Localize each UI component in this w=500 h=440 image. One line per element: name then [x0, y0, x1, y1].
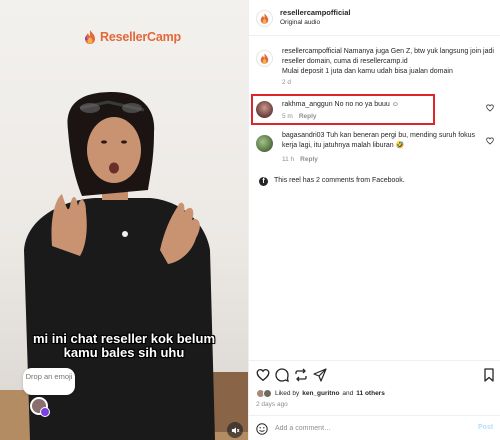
drop-emoji-bubble[interactable]: Drop an emoji — [23, 368, 75, 395]
video-caption-line-2: kamu bales sih uhu — [63, 345, 185, 360]
mute-button[interactable] — [227, 422, 243, 438]
audio-label[interactable]: Original audio — [280, 19, 320, 26]
repost-icon[interactable] — [294, 368, 308, 382]
liker-username[interactable]: ken_guritno — [302, 390, 339, 397]
action-bar — [256, 368, 496, 382]
likes-prefix: Liked by — [275, 390, 300, 397]
bookmark-icon[interactable] — [482, 368, 496, 382]
heart-icon[interactable] — [486, 137, 494, 145]
comment-text: bagasandri03 Tuh kan beneran pergi bu, m… — [282, 132, 476, 149]
likes-summary: Liked by ken_guritno and 11 others — [256, 389, 385, 398]
comment-time: 5 m — [282, 113, 293, 120]
speaker-muted-icon — [231, 426, 239, 434]
facebook-icon: f — [259, 176, 268, 186]
likes-and: and — [342, 390, 354, 397]
reply-button[interactable]: Reply — [300, 156, 318, 163]
facebook-comments-note: f This reel has 2 comments from Facebook… — [259, 176, 405, 186]
author-username[interactable]: resellercampofficial — [280, 8, 350, 17]
post-caption-time: 2 d — [282, 79, 292, 86]
post-caption: resellercampofficial Namanya juga Gen Z,… — [282, 47, 494, 77]
author-avatar[interactable] — [256, 10, 273, 27]
comment-input[interactable] — [275, 420, 465, 436]
post-comment-button[interactable]: Post — [478, 424, 493, 431]
comment-meta: 5 m Reply — [282, 113, 317, 120]
video-caption-line-1: mi ini chat reseller kok belum — [32, 331, 216, 346]
post-date: 2 days ago — [256, 401, 288, 408]
commenter-avatar[interactable] — [256, 135, 273, 152]
emoji-smiley-icon[interactable] — [256, 423, 268, 435]
heart-icon[interactable] — [486, 104, 494, 112]
post-header: resellercampofficial Original audio — [249, 0, 500, 36]
comment-meta: 11 h Reply — [282, 156, 318, 163]
post-caption-text: resellercampofficial Namanya juga Gen Z,… — [282, 48, 494, 65]
flame-logo-icon — [260, 53, 269, 64]
share-icon[interactable] — [313, 368, 327, 382]
comment-time: 11 h — [282, 156, 295, 163]
reel-viewer: ResellerCamp mi ini chat reseller kok be… — [0, 0, 500, 440]
comments-panel: resellercampofficial Original audio rese… — [249, 0, 500, 440]
caption-author-avatar[interactable] — [256, 50, 273, 67]
section-divider — [249, 415, 500, 416]
liker-avatar — [263, 389, 272, 398]
commenter-avatar[interactable] — [256, 101, 273, 118]
flame-logo-icon — [260, 13, 269, 24]
emoji-badge-icon — [40, 407, 50, 417]
section-divider — [249, 360, 500, 361]
reel-video[interactable]: ResellerCamp mi ini chat reseller kok be… — [0, 0, 248, 440]
comment-bubble-icon[interactable] — [275, 368, 289, 382]
comment-text: rakhma_anggun No no no ya buuu ☺ — [282, 101, 399, 108]
facebook-note-text: This reel has 2 comments from Facebook. — [274, 177, 405, 184]
post-caption-text-2: Mulai deposit 1 juta dan kamu udah bisa … — [282, 68, 453, 75]
like-heart-icon[interactable] — [256, 368, 270, 382]
reply-button[interactable]: Reply — [299, 113, 317, 120]
comment-item: rakhma_anggun No no no ya buuu ☺ 5 m Rep… — [249, 94, 500, 128]
likes-others-link[interactable]: 11 others — [356, 390, 385, 397]
